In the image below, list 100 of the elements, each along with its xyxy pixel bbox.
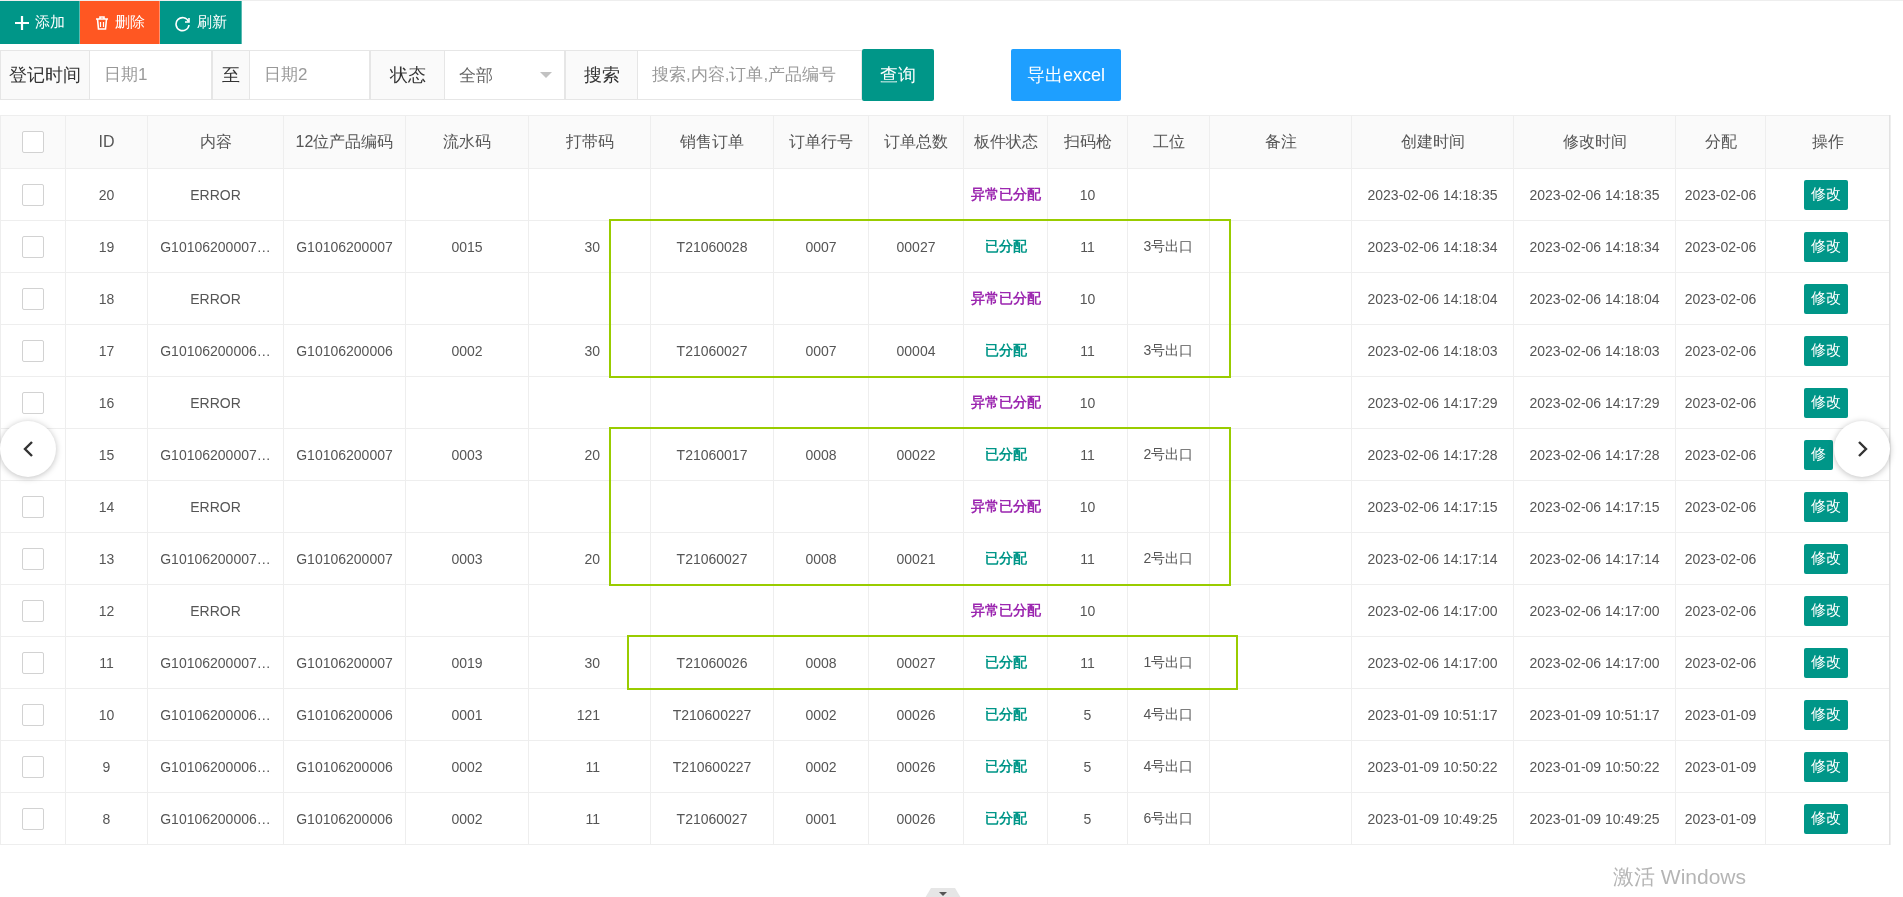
- checkbox[interactable]: [22, 599, 44, 622]
- table-cell: G10106200007: [283, 532, 406, 585]
- column-header: 板件状态: [963, 115, 1048, 169]
- table-cell: 2023-02-06: [1675, 428, 1766, 481]
- table-cell: 12: [65, 584, 148, 637]
- edit-button[interactable]: 修改: [1804, 387, 1848, 418]
- table-cell: 2023-01-09 10:50:22: [1513, 740, 1676, 793]
- delete-button[interactable]: 删除: [80, 1, 160, 44]
- edit-button[interactable]: 修改: [1804, 803, 1848, 834]
- checkbox[interactable]: [22, 495, 44, 518]
- edit-button[interactable]: 修改: [1804, 335, 1848, 366]
- checkbox[interactable]: [22, 131, 44, 153]
- table-cell: 2023-02-06 14:17:15: [1513, 480, 1676, 533]
- checkbox[interactable]: [22, 651, 44, 674]
- status-text: 已分配: [963, 740, 1048, 793]
- column-header: ID: [65, 115, 148, 169]
- table-cell: ERROR: [147, 168, 284, 221]
- table-cell: 2023-02-06 14:17:15: [1351, 480, 1514, 533]
- checkbox[interactable]: [22, 287, 44, 310]
- status-text: 已分配: [963, 428, 1048, 481]
- table-cell: 00027: [868, 220, 964, 273]
- table-cell: G10106200006: [283, 688, 406, 741]
- edit-button[interactable]: 修改: [1804, 699, 1848, 730]
- table-cell: 2023-02-06 14:17:14: [1513, 532, 1676, 585]
- chevron-right-icon: [1856, 441, 1868, 457]
- checkbox[interactable]: [22, 703, 44, 726]
- checkbox[interactable]: [22, 807, 44, 830]
- chevron-left-icon: [22, 441, 34, 457]
- table-cell: 19: [65, 220, 148, 273]
- table-cell: ERROR: [147, 272, 284, 325]
- checkbox[interactable]: [22, 755, 44, 778]
- table-cell: G10106200007: [283, 636, 406, 689]
- checkbox[interactable]: [22, 391, 44, 414]
- column-header: 修改时间: [1513, 115, 1676, 169]
- edit-button[interactable]: 修: [1804, 439, 1833, 470]
- column-header: 销售订单: [650, 115, 774, 169]
- previous-button[interactable]: [0, 421, 56, 477]
- table-cell: G10106200006…: [147, 792, 284, 845]
- table-cell: G10106200006: [283, 792, 406, 845]
- edit-button[interactable]: 修改: [1804, 179, 1848, 210]
- table-cell: 0001: [773, 792, 869, 845]
- table-cell: 2023-02-06 14:17:00: [1513, 584, 1676, 637]
- table-cell: 14: [65, 480, 148, 533]
- table-cell: 2023-01-09 10:50:22: [1351, 740, 1514, 793]
- table-cell: 10: [1047, 480, 1128, 533]
- table-cell: 2023-01-09: [1675, 792, 1766, 845]
- table-cell: 0003: [405, 532, 529, 585]
- table-cell: 0002: [405, 740, 529, 793]
- column-header: 分配: [1675, 115, 1766, 169]
- table-cell: 2023-02-06: [1675, 324, 1766, 377]
- table-cell: 5: [1047, 740, 1128, 793]
- table-cell: 30: [528, 636, 651, 689]
- column-header: 订单行号: [773, 115, 869, 169]
- table-cell: T21060017: [650, 428, 774, 481]
- search-field[interactable]: 搜索,内容,订单,产品编号: [638, 50, 862, 100]
- table-cell: 30: [528, 324, 651, 377]
- edit-button[interactable]: 修改: [1804, 647, 1848, 678]
- table-cell: T21060027: [650, 792, 774, 845]
- checkbox[interactable]: [22, 235, 44, 258]
- refresh-button[interactable]: 刷新: [160, 1, 242, 44]
- table-cell: 3号出口: [1127, 220, 1210, 273]
- checkbox[interactable]: [22, 547, 44, 570]
- table-cell: 00026: [868, 688, 964, 741]
- table-cell: G10106200006…: [147, 688, 284, 741]
- table-cell: 0002: [405, 324, 529, 377]
- table-cell: 2023-02-06: [1675, 636, 1766, 689]
- table-cell: 0008: [773, 428, 869, 481]
- table-cell: 11: [528, 740, 651, 793]
- edit-button[interactable]: 修改: [1804, 283, 1848, 314]
- edit-button[interactable]: 修改: [1804, 751, 1848, 782]
- table-cell: 30: [528, 220, 651, 273]
- table-cell: 0015: [405, 220, 529, 273]
- checkbox[interactable]: [22, 183, 44, 206]
- plus-icon: [14, 14, 30, 31]
- table-cell: 11: [1047, 220, 1128, 273]
- table-cell: 11: [528, 792, 651, 845]
- export-button[interactable]: 导出excel: [1011, 49, 1121, 101]
- table-cell: 4号出口: [1127, 688, 1210, 741]
- edit-button[interactable]: 修改: [1804, 491, 1848, 522]
- column-header: 备注: [1209, 115, 1352, 169]
- column-header: 创建时间: [1351, 115, 1514, 169]
- add-button[interactable]: 添加: [0, 1, 80, 44]
- edit-button[interactable]: 修改: [1804, 595, 1848, 626]
- table-cell: 2023-02-06 14:18:03: [1351, 324, 1514, 377]
- table-cell: 20: [65, 168, 148, 221]
- edit-button[interactable]: 修改: [1804, 543, 1848, 574]
- table-cell: 18: [65, 272, 148, 325]
- table-cell: 4号出口: [1127, 740, 1210, 793]
- next-button[interactable]: [1834, 421, 1890, 477]
- table-cell: 2023-02-06 14:17:29: [1513, 376, 1676, 429]
- query-button[interactable]: 查询: [862, 49, 934, 101]
- date-field[interactable]: 日期2: [250, 50, 370, 100]
- table-cell: 13: [65, 532, 148, 585]
- date-field[interactable]: 日期1: [90, 50, 212, 100]
- table-cell: G10106200007…: [147, 636, 284, 689]
- edit-button[interactable]: 修改: [1804, 231, 1848, 262]
- field-label: 搜索: [565, 50, 638, 100]
- table-cell: ERROR: [147, 376, 284, 429]
- collapse-handle-icon[interactable]: [925, 888, 961, 897]
- checkbox[interactable]: [22, 339, 44, 362]
